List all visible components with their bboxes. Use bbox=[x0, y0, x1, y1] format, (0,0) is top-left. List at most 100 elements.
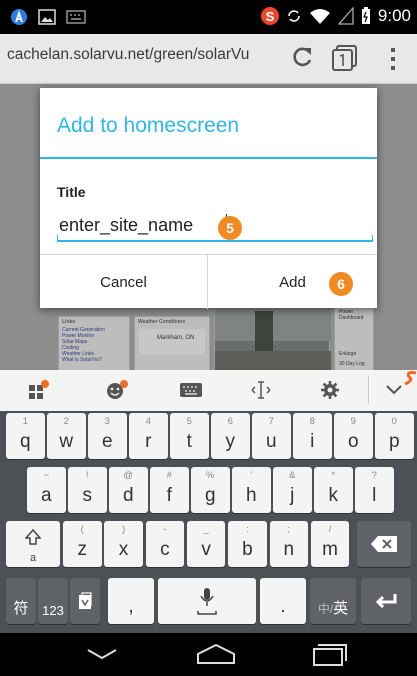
key-f[interactable]: # f bbox=[150, 467, 189, 513]
key-w[interactable]: 2w bbox=[47, 413, 86, 459]
key-label: y bbox=[225, 431, 236, 452]
key-q[interactable]: 1q bbox=[6, 413, 45, 459]
key-hint-label: % bbox=[206, 470, 215, 481]
page-dashboard-panel: Power Dashboard Enlarge 30 Day Log bbox=[334, 306, 374, 370]
title-field-label: Title bbox=[57, 184, 86, 200]
rotate-lock-icon bbox=[288, 10, 300, 22]
key-p[interactable]: 0p bbox=[375, 413, 414, 459]
key-label: g bbox=[204, 485, 216, 506]
symbols-key[interactable]: 符 bbox=[6, 578, 36, 624]
title-input[interactable] bbox=[57, 210, 373, 240]
key-t[interactable]: 5t bbox=[170, 413, 209, 459]
status-bar: S 9:00 bbox=[0, 0, 417, 34]
key-hint-label: - bbox=[163, 524, 167, 535]
language-switch-label-chinese: 中/ bbox=[317, 602, 334, 616]
key-hint-label: # bbox=[166, 470, 172, 481]
key-m[interactable]: / m bbox=[310, 521, 350, 567]
key-hint-label: 5 bbox=[186, 416, 192, 427]
input-mode-key[interactable] bbox=[70, 578, 100, 624]
emoji-icon[interactable] bbox=[102, 378, 132, 402]
keyboard-notification-icon bbox=[66, 10, 86, 24]
key-e[interactable]: 3e bbox=[88, 413, 127, 459]
tabs-icon[interactable] bbox=[332, 44, 358, 72]
key-hint-label: ' bbox=[250, 470, 253, 481]
key-label: p bbox=[388, 431, 400, 452]
key-hint-label: 7 bbox=[268, 416, 274, 427]
recent-apps-icon[interactable] bbox=[312, 641, 348, 667]
enter-key[interactable] bbox=[361, 578, 411, 624]
key-j[interactable]: & j bbox=[273, 467, 312, 513]
home-icon[interactable] bbox=[196, 643, 236, 665]
page-weather-panel: Weather Conditions Markham, ON bbox=[134, 316, 210, 370]
dialog-button-row: Cancel Add bbox=[40, 254, 377, 309]
key-o[interactable]: 9o bbox=[334, 413, 373, 459]
key-hint-label: * bbox=[331, 470, 336, 481]
back-chevron-icon[interactable] bbox=[86, 647, 118, 661]
shift-key[interactable]: a bbox=[6, 521, 60, 567]
key-label: s bbox=[82, 485, 93, 506]
language-switch-key[interactable]: 中/英 bbox=[310, 578, 356, 624]
navigation-bar bbox=[0, 633, 417, 676]
key-label: m bbox=[322, 539, 338, 560]
key-hint-label: ! bbox=[85, 470, 89, 481]
status-time: 9:00 bbox=[377, 6, 411, 25]
key-d[interactable]: @ d bbox=[109, 467, 148, 513]
key-hint-label: 8 bbox=[309, 416, 315, 427]
key-s[interactable]: ! s bbox=[68, 467, 107, 513]
numbers-key[interactable]: 123 bbox=[38, 578, 68, 624]
comma-key[interactable]: , bbox=[108, 578, 154, 624]
key-b[interactable]: :b bbox=[228, 521, 267, 567]
space-key[interactable] bbox=[158, 578, 256, 624]
key-hint-label: ; bbox=[287, 524, 291, 535]
key-z[interactable]: (z bbox=[63, 521, 102, 567]
keyboard-switch-icon[interactable] bbox=[176, 378, 206, 402]
key-x[interactable]: ) x bbox=[104, 521, 143, 567]
page-dashboard-line[interactable]: 30 Day Log bbox=[339, 361, 365, 367]
key-h[interactable]: ' h bbox=[232, 467, 271, 513]
key-g[interactable]: % g bbox=[191, 467, 230, 513]
battery-icon bbox=[361, 7, 370, 24]
key-hint-label: 3 bbox=[104, 416, 110, 427]
keyboard-toolbar bbox=[0, 370, 417, 411]
cursor-move-icon[interactable] bbox=[246, 378, 276, 402]
key-a[interactable]: ~ a bbox=[27, 467, 66, 513]
key-r[interactable]: 4r bbox=[129, 413, 168, 459]
key-hint-label: : bbox=[246, 524, 249, 535]
key-n[interactable]: ; n bbox=[269, 521, 308, 567]
key-hint-label: _ bbox=[203, 524, 209, 535]
key-label: l bbox=[372, 485, 377, 506]
key-label: d bbox=[122, 485, 134, 506]
url-bar[interactable]: cachelan.solarvu.net/green/solarVu bbox=[7, 46, 292, 64]
key-hint-label: 4 bbox=[145, 416, 151, 427]
add-to-homescreen-dialog: Add to homescreen Title Cancel Add bbox=[40, 88, 377, 309]
page-dashboard-line[interactable]: Enlarge bbox=[339, 351, 356, 357]
key-label: x bbox=[118, 539, 129, 560]
key-i[interactable]: 8i bbox=[293, 413, 332, 459]
key-c[interactable]: -c bbox=[145, 521, 185, 567]
key-label: f bbox=[166, 485, 172, 506]
key-hint-label: 1 bbox=[22, 416, 28, 427]
key-l[interactable]: ? l bbox=[355, 467, 394, 513]
page-dashboard-line: Dashboard bbox=[339, 315, 364, 321]
shift-key-label: a bbox=[29, 552, 37, 564]
apps-grid-icon[interactable] bbox=[24, 378, 54, 402]
key-hint-label: ? bbox=[371, 470, 377, 481]
title-field[interactable] bbox=[57, 210, 373, 244]
settings-gear-icon[interactable] bbox=[315, 378, 345, 402]
wifi-icon bbox=[309, 9, 330, 24]
key-label: k bbox=[328, 485, 339, 506]
period-key[interactable]: . bbox=[260, 578, 306, 624]
overflow-menu-icon[interactable] bbox=[383, 46, 403, 72]
key-k[interactable]: * k bbox=[314, 467, 353, 513]
key-v[interactable]: _ v bbox=[186, 521, 226, 567]
title-input-underline bbox=[57, 235, 373, 242]
cancel-button[interactable]: Cancel bbox=[40, 255, 208, 309]
key-hint-label: ) bbox=[121, 524, 126, 535]
key-u[interactable]: 7u bbox=[252, 413, 291, 459]
reload-icon[interactable] bbox=[291, 44, 315, 70]
page-weather-city: Markham, ON bbox=[157, 335, 195, 341]
key-y[interactable]: 6y bbox=[211, 413, 250, 459]
backspace-key[interactable] bbox=[357, 521, 411, 567]
page-link[interactable]: What is Solar/Vu? bbox=[62, 357, 102, 363]
key-label: r bbox=[145, 431, 152, 452]
